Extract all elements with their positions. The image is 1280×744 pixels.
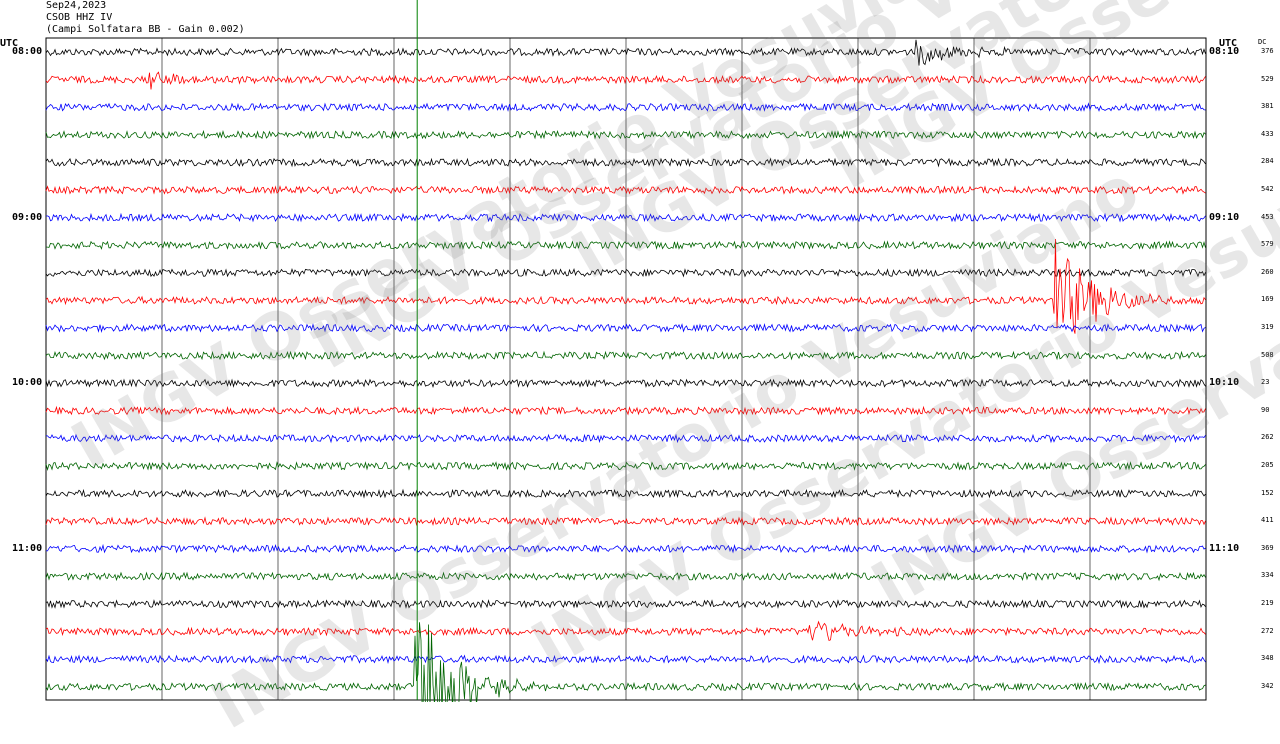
- seismogram-plot: [45, 0, 1207, 702]
